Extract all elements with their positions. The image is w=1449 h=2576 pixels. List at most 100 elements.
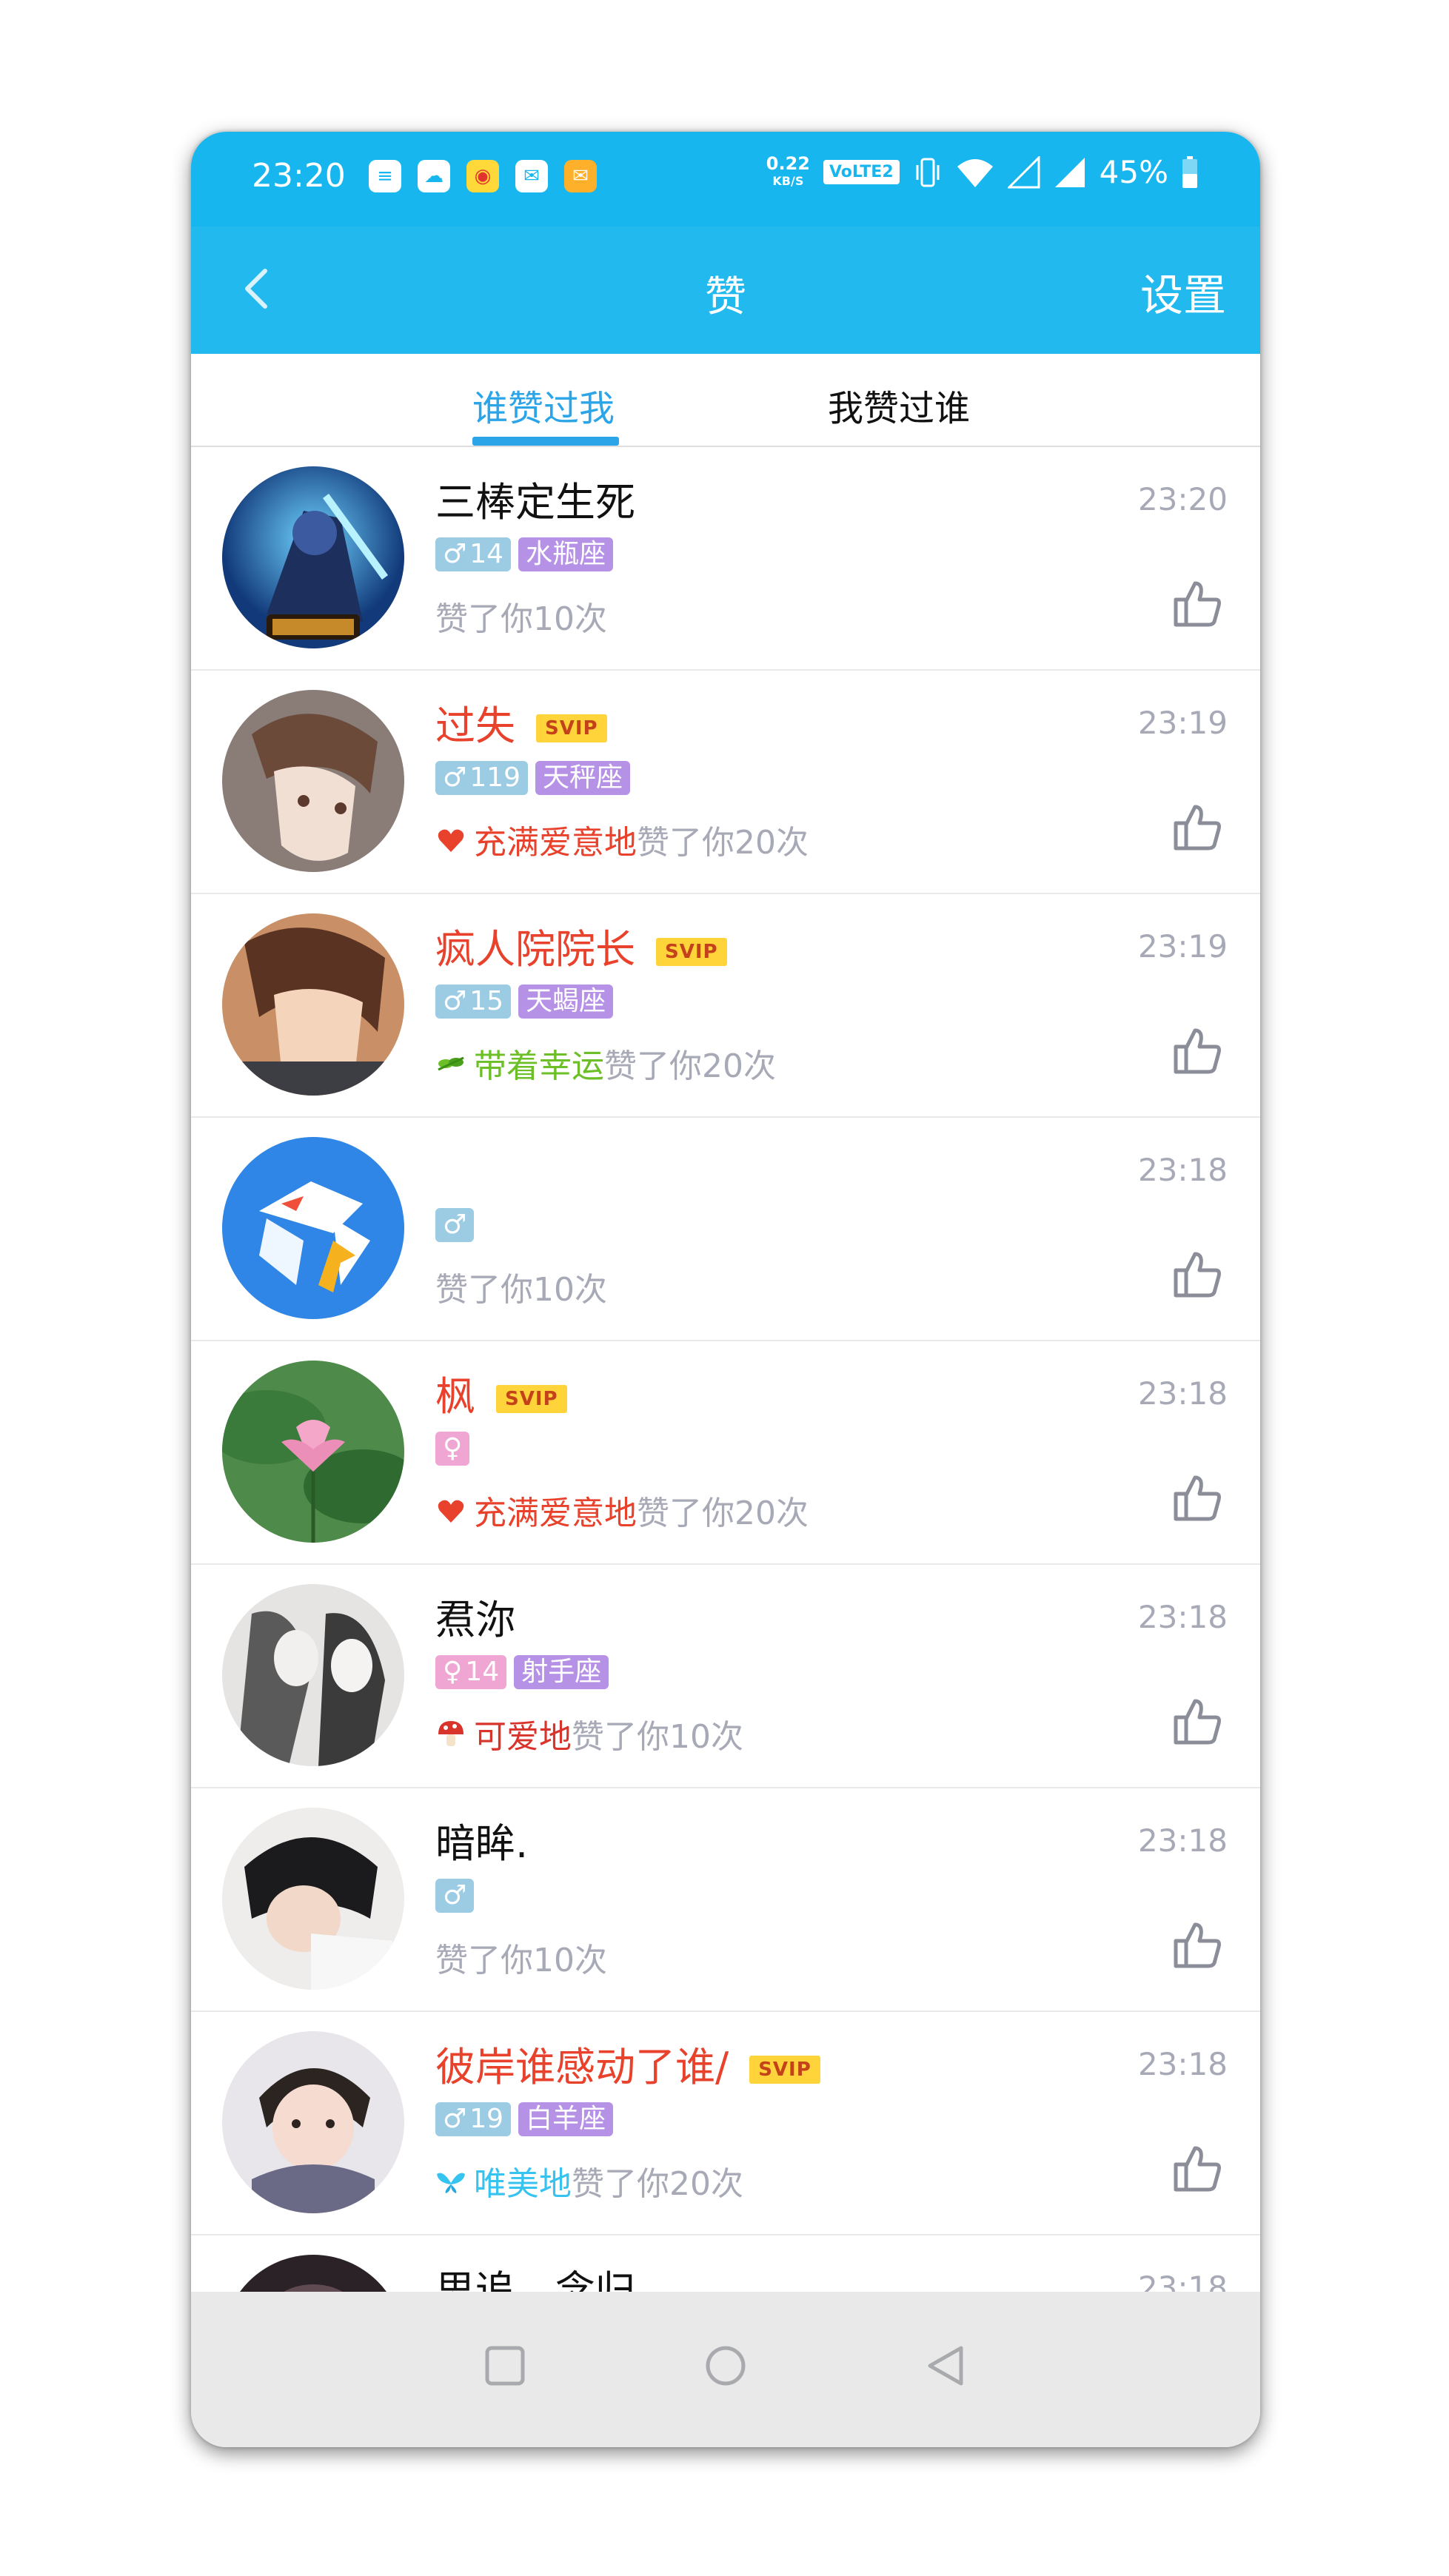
thumbs-up-icon[interactable] [1171,1472,1223,1523]
list-item[interactable]: 过失 SVIP 23:19 ♂ 119 天秤座 充满爱意地 赞了你20次 [191,671,1260,894]
tab-who-liked-me[interactable]: 谁赞过我 [472,379,615,431]
avatar[interactable] [222,1137,404,1319]
list-item[interactable]: 枫 SVIP 23:18 ♀ 充满爱意地 赞了你20次 [191,1341,1260,1565]
home-icon[interactable] [703,2344,748,2388]
list-item[interactable]: 思追，念归 23:18 [191,2235,1260,2292]
like-time: 23:19 [1137,928,1228,965]
gender-symbol: ♂ [443,539,467,569]
like-description: 赞了你10次 [435,592,607,640]
like-description: 唯美地 赞了你20次 [435,2157,743,2204]
like-time: 23:20 [1137,481,1228,517]
title-bar: 赞 设置 [191,227,1260,354]
age: 19 [469,2104,504,2134]
mail-icon: ✉ [515,160,548,192]
svip-badge: SVIP [656,938,727,967]
gender-age-badge: ♂ [435,1208,475,1242]
list-item[interactable]: 彼岸谁感动了谁/SVIP 23:18 ♂ 19 白羊座 唯美地 赞了你20次 [191,2012,1260,2235]
like-time: 23:18 [1137,2046,1228,2082]
list-item[interactable]: 暗眸. 23:18 ♂ 赞了你10次 [191,1788,1260,2012]
age: 15 [469,986,504,1016]
net-speed: 0.22 KB/S [766,155,810,190]
age: 14 [469,539,504,569]
user-name: 疯人院院长 SVIP [435,916,727,975]
net-speed-value: 0.22 [766,152,810,174]
tab-who-i-liked[interactable]: 我赞过谁 [828,379,970,431]
like-action-prefix: 带着幸运 [474,1047,604,1085]
avatar[interactable] [222,2255,404,2292]
thumbs-up-icon[interactable] [1171,2142,1223,2194]
signal-icon [1054,157,1085,187]
avatar[interactable] [222,1361,404,1543]
volte-badge: VoLTE2 [823,160,900,184]
like-description: 充满爱意地 赞了你20次 [435,816,809,863]
gender-age-badge: ♂ 119 [435,761,528,795]
tab-bar: 谁赞过我 我赞过谁 [191,354,1260,447]
phone-screen: 23:20 ≡ ☁ ◉ ✉ ✉ 0.22 KB/S VoLTE2 45% 赞 设… [191,132,1260,2447]
net-speed-unit: KB/S [772,173,804,188]
svip-badge: SVIP [749,2056,820,2084]
vibrate-icon [916,158,940,187]
like-time: 23:18 [1137,1599,1228,1635]
thumbs-up-icon[interactable] [1171,577,1223,629]
thumbs-up-icon[interactable] [1171,1919,1223,1970]
avatar[interactable] [222,1584,404,1766]
like-count-text: 赞了你10次 [435,600,607,638]
gender-age-badge: ♂ 14 [435,537,512,571]
gender-age-badge: ♀ 14 [435,1655,507,1689]
back-icon[interactable] [924,2344,968,2388]
status-bar: 23:20 ≡ ☁ ◉ ✉ ✉ 0.22 KB/S VoLTE2 45% [191,132,1260,227]
like-time: 23:18 [1137,1822,1228,1859]
svip-badge: SVIP [536,714,607,743]
list-item[interactable]: 23:18 ♂ 赞了你10次 [191,1118,1260,1341]
gender-symbol: ♀ [443,1657,463,1687]
gender-symbol: ♂ [443,986,467,1016]
age: 119 [469,762,521,793]
mushroom-icon [438,1721,464,1746]
list-item[interactable]: 疯人院院长 SVIP 23:19 ♂ 15 天蝎座 带着幸运 赞了你20次 [191,894,1260,1118]
like-description: 带着幸运 赞了你20次 [435,1039,776,1087]
zodiac-badge: 天蝎座 [518,985,614,1019]
avatar[interactable] [222,913,404,1096]
like-count-text: 赞了你10次 [435,1942,607,1979]
list-item[interactable]: 焄沵 23:18 ♀ 14 射手座 可爱地 赞了你10次 [191,1565,1260,1788]
mail-alt-icon: ✉ [564,160,597,192]
like-time: 23:18 [1137,2270,1228,2292]
like-count-text: 赞了你20次 [637,824,809,862]
like-count-text: 赞了你20次 [637,1495,809,1532]
thumbs-up-icon[interactable] [1171,1024,1223,1076]
avatar[interactable] [222,690,404,872]
like-action-prefix: 唯美地 [474,2165,572,2203]
chat-bubble-icon: ≡ [369,160,401,192]
user-name: 彼岸谁感动了谁/SVIP [435,2034,820,2093]
thumbs-up-icon[interactable] [1171,1248,1223,1300]
user-name: 暗眸. [435,1820,529,1867]
status-right: 0.22 KB/S VoLTE2 45% [766,154,1198,190]
zodiac-badge: 射手座 [514,1655,609,1689]
thumbs-up-icon[interactable] [1171,1695,1223,1747]
thumbs-up-icon[interactable] [1171,801,1223,853]
gender-symbol: ♂ [443,2104,467,2134]
wifi-icon [957,158,993,187]
avatar[interactable] [222,1808,404,1990]
like-time: 23:18 [1137,1152,1228,1188]
recent-apps-icon[interactable] [483,2344,527,2388]
zodiac-badge: 水瓶座 [518,537,614,571]
age: 14 [465,1657,500,1687]
user-badges: ♂ [435,1208,475,1242]
settings-button[interactable]: 设置 [1140,261,1226,323]
notification-icons: ≡ ☁ ◉ ✉ ✉ [369,160,597,192]
user-name-text: 枫 [435,1373,475,1420]
battery-percent: 45% [1099,154,1168,190]
butterfly-icon [437,2173,465,2193]
like-description: 充满爱意地 赞了你20次 [435,1486,809,1534]
user-badges: ♂ 119 天秤座 [435,761,631,795]
zodiac-badge: 白羊座 [518,2102,614,2136]
list-item[interactable]: 三棒定生死 23:20 ♂ 14 水瓶座 赞了你10次 [191,447,1260,671]
gender-symbol: ♂ [443,762,467,793]
like-count-text: 赞了你10次 [572,1718,743,1756]
avatar[interactable] [222,466,404,648]
user-badges: ♀ 14 射手座 [435,1655,609,1689]
avatar[interactable] [222,2031,404,2213]
signal-empty-icon [1007,155,1040,188]
clover-icon [438,1056,464,1071]
